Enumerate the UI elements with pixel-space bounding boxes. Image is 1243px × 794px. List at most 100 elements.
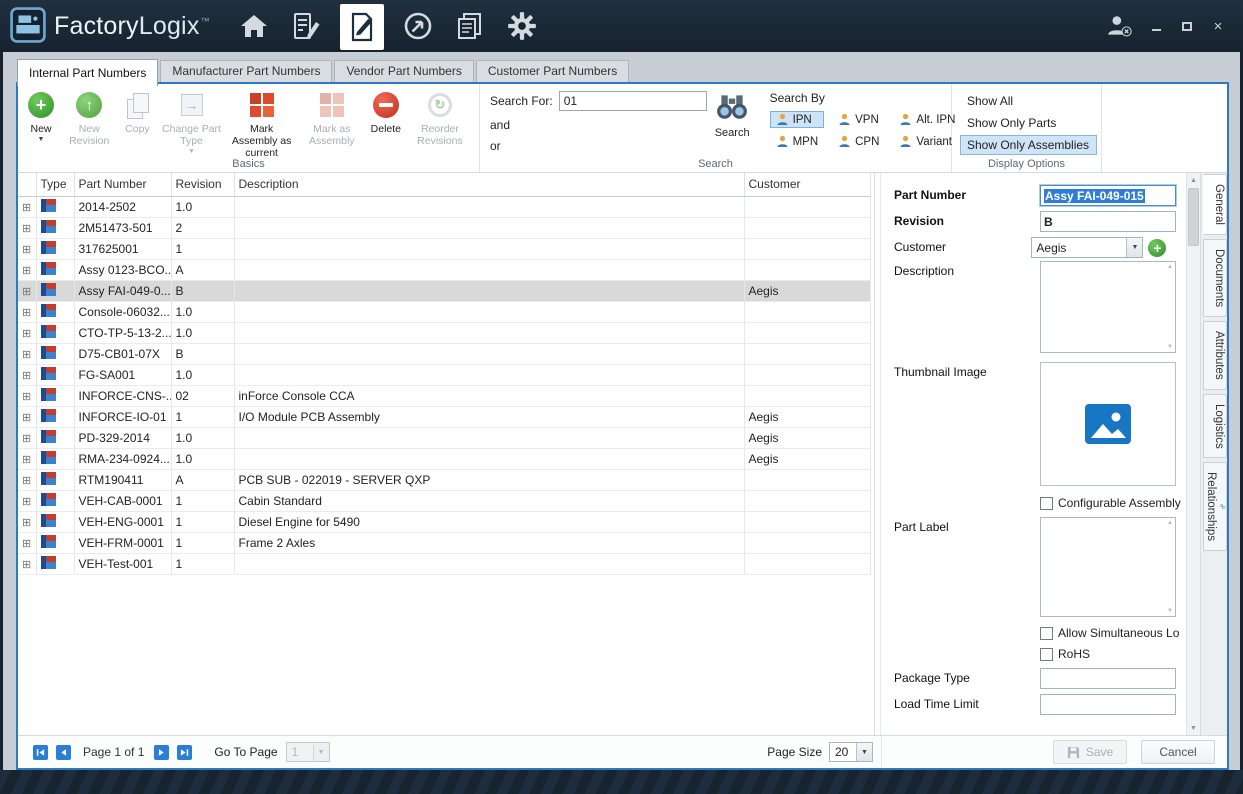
first-page-button[interactable] bbox=[33, 745, 48, 760]
side-tab-relationships[interactable]: Relationships bbox=[1203, 462, 1227, 551]
close-icon[interactable]: × bbox=[1211, 19, 1225, 33]
expand-row-icon[interactable]: ⊞ bbox=[22, 454, 31, 466]
home-icon[interactable] bbox=[236, 4, 272, 48]
search-by-ipn[interactable]: IPN bbox=[770, 111, 825, 128]
copy-button[interactable]: Copy bbox=[120, 90, 154, 135]
expand-row-icon[interactable]: ⊞ bbox=[22, 517, 31, 529]
package-type-field[interactable] bbox=[1040, 668, 1176, 689]
last-page-button[interactable] bbox=[177, 745, 192, 760]
expand-row-icon[interactable]: ⊞ bbox=[22, 370, 31, 382]
new-button[interactable]: +New▼ bbox=[24, 90, 58, 143]
expand-row-icon[interactable]: ⊞ bbox=[22, 223, 31, 235]
dispatch-icon[interactable] bbox=[400, 4, 436, 48]
expand-row-icon[interactable]: ⊞ bbox=[22, 349, 31, 361]
page-size-combo[interactable]: 20 ▼ bbox=[829, 742, 873, 762]
tab-internal-part-numbers[interactable]: Internal Part Numbers bbox=[17, 59, 158, 86]
panel-splitter[interactable] bbox=[874, 173, 881, 735]
side-tab-logistics[interactable]: Logistics bbox=[1203, 394, 1227, 459]
show-only-parts-option[interactable]: Show Only Parts bbox=[960, 113, 1097, 133]
change-part-type-button[interactable]: →Change Part Type▼ bbox=[158, 90, 224, 155]
rohs-checkbox[interactable]: RoHS bbox=[1040, 647, 1182, 661]
production-icon[interactable] bbox=[288, 4, 324, 48]
expand-row-icon[interactable]: ⊞ bbox=[22, 496, 31, 508]
cancel-button[interactable]: Cancel bbox=[1141, 740, 1215, 764]
load-time-limit-field[interactable] bbox=[1040, 694, 1176, 715]
save-button[interactable]: Save bbox=[1053, 740, 1127, 764]
settings-gear-icon[interactable] bbox=[504, 4, 540, 48]
table-row[interactable]: ⊞INFORCE-IO-011I/O Module PCB AssemblyAe… bbox=[18, 406, 870, 427]
scrollbar-down-icon[interactable]: ▼ bbox=[1187, 721, 1200, 735]
reports-icon[interactable] bbox=[452, 4, 488, 48]
search-by-cpn[interactable]: CPN bbox=[832, 133, 885, 150]
table-row[interactable]: ⊞INFORCE-CNS-...02inForce Console CCA bbox=[18, 385, 870, 406]
expand-row-icon[interactable]: ⊞ bbox=[22, 244, 31, 256]
next-page-button[interactable] bbox=[154, 745, 169, 760]
table-row[interactable]: ⊞CTO-TP-5-13-2...1.0 bbox=[18, 322, 870, 343]
table-row[interactable]: ⊞D75-CB01-07XB bbox=[18, 343, 870, 364]
search-button[interactable]: Search bbox=[715, 92, 750, 156]
table-row[interactable]: ⊞2M51473-5012 bbox=[18, 217, 870, 238]
delete-button[interactable]: Delete bbox=[369, 90, 403, 135]
mark-as-assembly-button[interactable]: Mark as Assembly bbox=[299, 90, 365, 147]
part-label-textarea[interactable]: ▲▼ bbox=[1040, 517, 1176, 617]
expand-row-icon[interactable]: ⊞ bbox=[22, 538, 31, 550]
description-textarea[interactable]: ▲▼ bbox=[1040, 261, 1176, 353]
search-input[interactable] bbox=[559, 91, 707, 111]
table-row[interactable]: ⊞Assy 0123-BCO...A bbox=[18, 259, 870, 280]
table-row[interactable]: ⊞Assy FAI-049-0...BAegis bbox=[18, 280, 870, 301]
side-tab-attributes[interactable]: Attributes bbox=[1203, 321, 1227, 390]
go-to-page-combo[interactable]: 1 ▼ bbox=[286, 742, 330, 762]
table-row[interactable]: ⊞VEH-Test-0011 bbox=[18, 553, 870, 574]
expand-row-icon[interactable]: ⊞ bbox=[22, 475, 31, 487]
details-scrollbar[interactable]: ▲ ▼ bbox=[1186, 173, 1200, 735]
part-numbers-icon[interactable] bbox=[340, 4, 384, 50]
col-revision[interactable]: Revision bbox=[171, 173, 234, 196]
side-tab-documents[interactable]: Documents bbox=[1203, 239, 1227, 317]
previous-page-button[interactable] bbox=[56, 745, 71, 760]
part-number-field[interactable]: Assy FAI-049-015 bbox=[1040, 185, 1176, 206]
checkbox-icon[interactable] bbox=[1040, 627, 1053, 640]
expand-row-icon[interactable]: ⊞ bbox=[22, 391, 31, 403]
expand-row-icon[interactable]: ⊞ bbox=[22, 412, 31, 424]
table-row[interactable]: ⊞VEH-CAB-00011Cabin Standard bbox=[18, 490, 870, 511]
minimize-icon[interactable] bbox=[1149, 19, 1163, 33]
thumbnail-image-box[interactable] bbox=[1040, 362, 1176, 486]
table-row[interactable]: ⊞Console-06032...1.0 bbox=[18, 301, 870, 322]
chevron-down-icon[interactable]: ▼ bbox=[856, 743, 872, 761]
checkbox-icon[interactable] bbox=[1040, 648, 1053, 661]
table-row[interactable]: ⊞VEH-FRM-00011Frame 2 Axles bbox=[18, 532, 870, 553]
scrollbar-up-icon[interactable]: ▲ bbox=[1187, 173, 1200, 187]
table-row[interactable]: ⊞PD-329-20141.0Aegis bbox=[18, 427, 870, 448]
expand-row-icon[interactable]: ⊞ bbox=[22, 265, 31, 277]
tab-vendor-part-numbers[interactable]: Vendor Part Numbers bbox=[334, 60, 473, 82]
expand-row-icon[interactable]: ⊞ bbox=[22, 202, 31, 214]
expand-row-icon[interactable]: ⊞ bbox=[22, 307, 31, 319]
reorder-revisions-button[interactable]: ↻Reorder Revisions bbox=[407, 90, 473, 147]
expand-row-icon[interactable]: ⊞ bbox=[22, 286, 31, 298]
col-customer[interactable]: Customer bbox=[744, 173, 870, 196]
expand-row-icon[interactable]: ⊞ bbox=[22, 328, 31, 340]
show-only-assemblies-option[interactable]: Show Only Assemblies bbox=[960, 135, 1097, 155]
new-revision-button[interactable]: ↑New Revision bbox=[62, 90, 116, 147]
col-description[interactable]: Description bbox=[234, 173, 744, 196]
mark-assembly-as-current-button[interactable]: Mark Assembly as current bbox=[229, 90, 295, 159]
tab-customer-part-numbers[interactable]: Customer Part Numbers bbox=[476, 60, 629, 82]
table-row[interactable]: ⊞VEH-ENG-00011Diesel Engine for 5490 bbox=[18, 511, 870, 532]
checkbox-icon[interactable] bbox=[1040, 497, 1053, 510]
show-all-option[interactable]: Show All bbox=[960, 91, 1097, 111]
col-part-number[interactable]: Part Number bbox=[74, 173, 171, 196]
tab-manufacturer-part-numbers[interactable]: Manufacturer Part Numbers bbox=[160, 60, 332, 82]
user-logout-icon[interactable] bbox=[1106, 14, 1132, 38]
search-by-vpn[interactable]: VPN bbox=[832, 111, 885, 128]
scrollbar-thumb[interactable] bbox=[1188, 188, 1199, 246]
col-type[interactable]: Type bbox=[36, 173, 74, 196]
chevron-down-icon[interactable]: ▼ bbox=[1126, 238, 1142, 257]
maximize-icon[interactable] bbox=[1180, 19, 1194, 33]
configurable-assembly-checkbox[interactable]: Configurable Assembly bbox=[1040, 496, 1182, 510]
expand-row-icon[interactable]: ⊞ bbox=[22, 559, 31, 571]
table-row[interactable]: ⊞2014-25021.0 bbox=[18, 196, 870, 217]
table-row[interactable]: ⊞FG-SA0011.0 bbox=[18, 364, 870, 385]
table-row[interactable]: ⊞RTM190411APCB SUB - 022019 - SERVER QXP bbox=[18, 469, 870, 490]
add-customer-button[interactable]: + bbox=[1148, 239, 1166, 257]
customer-dropdown[interactable]: Aegis ▼ bbox=[1031, 237, 1143, 258]
